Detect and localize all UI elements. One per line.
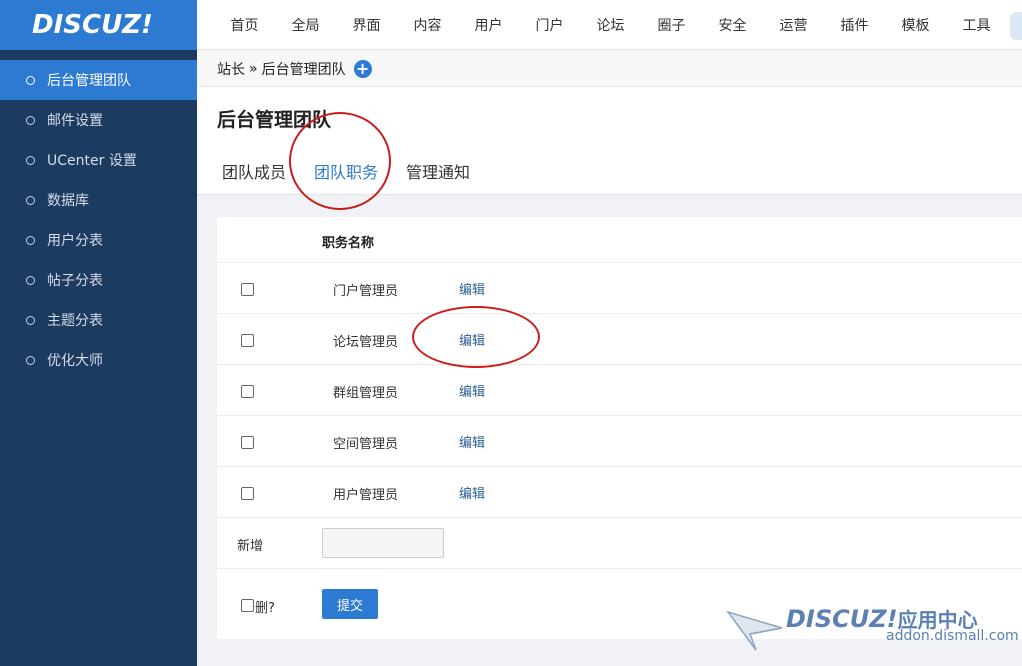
nav-home[interactable]: 首页 bbox=[214, 15, 275, 35]
nav-interface[interactable]: 界面 bbox=[336, 15, 397, 35]
breadcrumb-separator: » bbox=[249, 60, 258, 77]
annotation-circle-tab bbox=[289, 112, 391, 210]
row-checkbox[interactable] bbox=[241, 334, 254, 347]
nav-templates[interactable]: 模板 bbox=[885, 15, 946, 35]
circle-bullet-icon bbox=[26, 115, 35, 125]
nav-global[interactable]: 全局 bbox=[275, 15, 336, 35]
breadcrumb: 站长 » 后台管理团队 + bbox=[197, 51, 1022, 87]
row-checkbox[interactable] bbox=[241, 436, 254, 449]
sidebar-item-database[interactable]: 数据库 bbox=[0, 180, 197, 220]
nav-plugins[interactable]: 插件 bbox=[824, 15, 885, 35]
edit-link[interactable]: 编辑 bbox=[459, 381, 485, 400]
circle-bullet-icon bbox=[26, 155, 35, 165]
paper-plane-icon bbox=[726, 610, 783, 651]
sidebar-menu: 后台管理团队 邮件设置 UCenter 设置 数据库 用户分表 帖子分表 主题分… bbox=[0, 50, 197, 380]
watermark-url: addon.dismall.com bbox=[886, 628, 1019, 644]
breadcrumb-root[interactable]: 站长 bbox=[217, 59, 245, 79]
role-name: 用户管理员 bbox=[333, 488, 399, 503]
nav-security[interactable]: 安全 bbox=[702, 15, 763, 35]
table-row: 门户管理员 编辑 bbox=[217, 263, 1022, 314]
edit-link[interactable]: 编辑 bbox=[459, 483, 485, 502]
role-name: 群组管理员 bbox=[333, 386, 399, 401]
new-role-row: 新增 bbox=[217, 518, 1022, 569]
sidebar-item-label: 后台管理团队 bbox=[47, 73, 131, 89]
sidebar-item-ucenter-settings[interactable]: UCenter 设置 bbox=[0, 140, 197, 180]
roles-table: 职务名称 门户管理员 编辑 论坛管理员 编辑 群组管理员 编辑 空间管理员 编辑… bbox=[217, 217, 1022, 639]
watermark: DISCUZ!应用中心 addon.dismall.com bbox=[726, 600, 1022, 666]
role-name: 论坛管理员 bbox=[333, 335, 399, 350]
table-row: 群组管理员 编辑 bbox=[217, 365, 1022, 416]
role-name: 空间管理员 bbox=[333, 437, 399, 452]
circle-bullet-icon bbox=[26, 355, 35, 365]
circle-bullet-icon bbox=[26, 275, 35, 285]
table-row: 用户管理员 编辑 bbox=[217, 467, 1022, 518]
sidebar: DISCUZ! 后台管理团队 邮件设置 UCenter 设置 数据库 用户分表 … bbox=[0, 0, 197, 666]
sidebar-item-label: 邮件设置 bbox=[47, 113, 103, 129]
sidebar-item-mail-settings[interactable]: 邮件设置 bbox=[0, 100, 197, 140]
logo-text: DISCUZ! bbox=[32, 10, 153, 40]
breadcrumb-current: 后台管理团队 bbox=[261, 61, 346, 78]
new-role-label: 新增 bbox=[237, 539, 264, 554]
sidebar-item-label: 帖子分表 bbox=[47, 273, 103, 289]
nav-portal[interactable]: 门户 bbox=[519, 15, 580, 35]
sidebar-item-optimizer[interactable]: 优化大师 bbox=[0, 340, 197, 380]
sidebar-item-label: 优化大师 bbox=[47, 353, 103, 369]
nav-tools[interactable]: 工具 bbox=[946, 15, 1007, 35]
circle-bullet-icon bbox=[26, 195, 35, 205]
submit-button[interactable]: 提交 bbox=[322, 589, 378, 619]
edit-link[interactable]: 编辑 bbox=[459, 432, 485, 451]
edit-link[interactable]: 编辑 bbox=[459, 279, 485, 298]
circle-bullet-icon bbox=[26, 75, 35, 85]
nav-overflow-tab[interactable] bbox=[1010, 12, 1022, 40]
nav-circles[interactable]: 圈子 bbox=[641, 15, 702, 35]
sidebar-item-admin-team[interactable]: 后台管理团队 bbox=[0, 60, 197, 100]
new-role-input[interactable] bbox=[322, 528, 444, 558]
sidebar-item-post-tables[interactable]: 帖子分表 bbox=[0, 260, 197, 300]
delete-label: 删? bbox=[255, 601, 275, 616]
nav-operations[interactable]: 运营 bbox=[763, 15, 824, 35]
top-nav: 首页 全局 界面 内容 用户 门户 论坛 圈子 安全 运营 插件 模板 工具 bbox=[197, 0, 1022, 50]
table-row: 空间管理员 编辑 bbox=[217, 416, 1022, 467]
nav-users[interactable]: 用户 bbox=[458, 15, 519, 35]
delete-checkbox[interactable] bbox=[241, 599, 254, 612]
circle-bullet-icon bbox=[26, 235, 35, 245]
nav-forum[interactable]: 论坛 bbox=[580, 15, 641, 35]
annotation-circle-edit bbox=[412, 306, 540, 368]
sidebar-item-user-tables[interactable]: 用户分表 bbox=[0, 220, 197, 260]
sidebar-item-thread-tables[interactable]: 主题分表 bbox=[0, 300, 197, 340]
nav-content[interactable]: 内容 bbox=[397, 15, 458, 35]
row-checkbox[interactable] bbox=[241, 385, 254, 398]
plus-icon[interactable]: + bbox=[353, 59, 372, 78]
row-checkbox[interactable] bbox=[241, 487, 254, 500]
role-name: 门户管理员 bbox=[333, 284, 399, 299]
table-header-row: 职务名称 bbox=[217, 217, 1022, 263]
row-checkbox[interactable] bbox=[241, 283, 254, 296]
logo[interactable]: DISCUZ! bbox=[0, 0, 197, 50]
column-header-role-name: 职务名称 bbox=[322, 236, 375, 251]
tab-admin-notices[interactable]: 管理通知 bbox=[406, 159, 470, 183]
tab-team-members[interactable]: 团队成员 bbox=[222, 159, 286, 183]
circle-bullet-icon bbox=[26, 315, 35, 325]
sidebar-item-label: 主题分表 bbox=[47, 313, 103, 329]
sidebar-item-label: UCenter 设置 bbox=[47, 153, 137, 169]
table-row: 论坛管理员 编辑 bbox=[217, 314, 1022, 365]
sidebar-item-label: 数据库 bbox=[47, 193, 89, 209]
sidebar-item-label: 用户分表 bbox=[47, 233, 103, 249]
